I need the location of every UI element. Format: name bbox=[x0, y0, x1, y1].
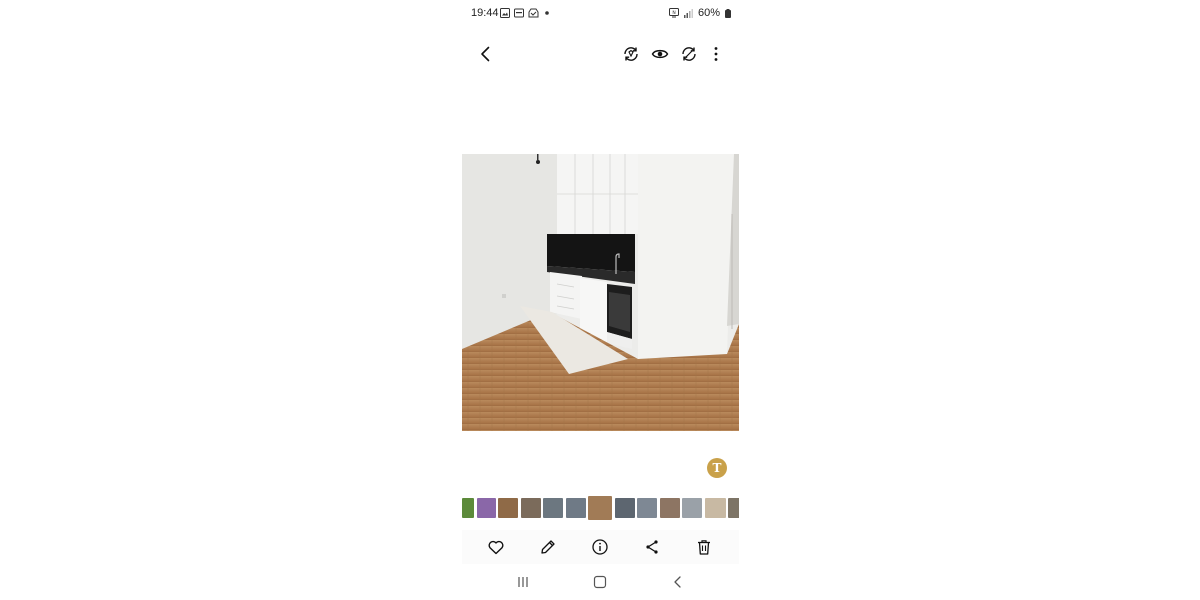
recents-icon bbox=[516, 575, 530, 589]
thumbnail[interactable] bbox=[637, 498, 657, 518]
nav-back-button[interactable] bbox=[668, 572, 688, 592]
extract-text-button[interactable]: T bbox=[707, 458, 727, 478]
nav-back-icon bbox=[671, 575, 685, 589]
view-icon bbox=[651, 45, 669, 63]
back-button[interactable] bbox=[474, 42, 498, 66]
thumbnail[interactable] bbox=[588, 496, 612, 520]
home-icon bbox=[593, 575, 607, 589]
delete-button[interactable] bbox=[692, 535, 716, 559]
heart-icon bbox=[487, 538, 505, 556]
status-time: 19:44 bbox=[471, 7, 499, 19]
bottom-action-bar bbox=[462, 530, 739, 564]
signal-icon bbox=[683, 8, 693, 18]
edit-icon bbox=[539, 538, 557, 556]
thumbnail[interactable] bbox=[462, 498, 474, 518]
remaster-button[interactable] bbox=[619, 42, 643, 66]
thumbnail[interactable] bbox=[682, 498, 702, 518]
more-icon bbox=[707, 45, 725, 63]
notification-icons bbox=[500, 8, 551, 18]
auto-rotate-icon bbox=[680, 45, 698, 63]
edit-button[interactable] bbox=[536, 535, 560, 559]
delete-icon bbox=[695, 538, 713, 556]
svg-text:N: N bbox=[672, 10, 675, 16]
home-button[interactable] bbox=[590, 572, 610, 592]
remaster-icon bbox=[622, 45, 640, 63]
viewer-top-bar bbox=[462, 38, 739, 70]
more-options-button[interactable] bbox=[704, 42, 728, 66]
back-icon bbox=[476, 44, 496, 64]
thumbnail[interactable] bbox=[728, 498, 739, 518]
info-icon bbox=[591, 538, 609, 556]
photo-image[interactable] bbox=[462, 154, 739, 431]
view-button[interactable] bbox=[648, 42, 672, 66]
system-nav-bar bbox=[462, 570, 739, 594]
battery-percent: 60% bbox=[697, 7, 720, 19]
thumbnail[interactable] bbox=[520, 498, 541, 518]
share-button[interactable] bbox=[640, 535, 664, 559]
nfc-icon: N bbox=[668, 8, 679, 18]
recents-button[interactable] bbox=[513, 572, 533, 592]
thumbnail[interactable] bbox=[704, 498, 726, 518]
cast-icon bbox=[514, 8, 524, 18]
thumbnail-strip[interactable] bbox=[462, 494, 739, 520]
extract-text-label: T bbox=[712, 461, 722, 475]
system-icons: N 60% bbox=[668, 7, 731, 19]
thumbnail[interactable] bbox=[476, 498, 496, 518]
thumbnail[interactable] bbox=[565, 498, 586, 518]
tray-icon bbox=[528, 8, 539, 18]
gallery-icon bbox=[500, 8, 510, 18]
thumbnail[interactable] bbox=[659, 498, 680, 518]
status-bar: 19:44 N 60% bbox=[471, 5, 733, 23]
share-icon bbox=[643, 538, 661, 556]
auto-rotate-button[interactable] bbox=[677, 42, 701, 66]
battery-icon bbox=[725, 8, 731, 18]
thumbnail[interactable] bbox=[498, 498, 518, 518]
dot-icon bbox=[543, 9, 551, 17]
details-button[interactable] bbox=[588, 535, 612, 559]
thumbnail[interactable] bbox=[543, 498, 563, 518]
thumbnail[interactable] bbox=[614, 498, 635, 518]
favorite-button[interactable] bbox=[484, 535, 508, 559]
kitchen-photo bbox=[462, 154, 739, 431]
